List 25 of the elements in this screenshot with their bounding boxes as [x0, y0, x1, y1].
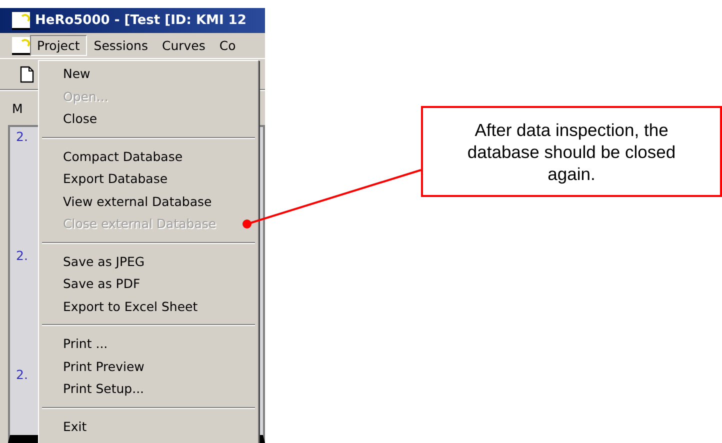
- menu-item[interactable]: Print Preview: [39, 356, 258, 378]
- menu-item[interactable]: Compact Database: [39, 146, 258, 168]
- menu-bar-item[interactable]: Curves: [155, 35, 212, 56]
- axis-label: 2.: [16, 129, 28, 144]
- document-logo-icon[interactable]: [12, 36, 30, 54]
- app-logo-icon: [12, 12, 30, 30]
- menu-bar-item[interactable]: Co: [212, 35, 243, 56]
- menu-item[interactable]: View external Database: [39, 190, 258, 213]
- callout-text: After data inspection, the database should be closed again.: [466, 118, 677, 184]
- menu-item[interactable]: Print ...: [39, 333, 258, 356]
- tab[interactable]: M: [12, 100, 23, 116]
- menu-item[interactable]: Print Setup...: [39, 378, 258, 400]
- menu-bar-item[interactable]: Sessions: [86, 35, 155, 56]
- menu-bar-item[interactable]: Project: [30, 35, 87, 56]
- axis-label: 2.: [16, 248, 28, 263]
- menu-item[interactable]: New: [39, 63, 258, 86]
- axis-label: 2.: [16, 367, 28, 382]
- menu-item[interactable]: Export Database: [39, 168, 258, 190]
- menu-item[interactable]: Export to Excel Sheet: [39, 296, 258, 318]
- menu-item[interactable]: Close: [39, 108, 258, 130]
- window-title: HeRo5000 - [Test [ID: KMI 12: [35, 13, 246, 28]
- menu-item[interactable]: Save as PDF: [39, 273, 258, 296]
- new-document-icon[interactable]: [20, 66, 34, 82]
- menu-item[interactable]: Exit: [39, 416, 258, 438]
- menu-item[interactable]: Save as JPEG: [39, 250, 258, 273]
